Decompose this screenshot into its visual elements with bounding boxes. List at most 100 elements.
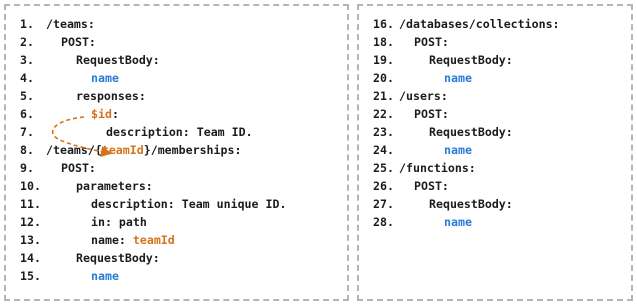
line-text: parameters: — [76, 177, 153, 195]
line-number: 9. — [20, 161, 34, 175]
line-number: 2. — [20, 35, 34, 49]
code-line: 12. in: path — [20, 213, 286, 231]
line-number: 8. — [20, 143, 34, 157]
highlighted-token: $id — [91, 107, 112, 121]
code-token: POST: — [414, 35, 449, 49]
code-token: POST: — [61, 35, 96, 49]
line-number: 28. — [373, 215, 394, 229]
code-line: 9. POST: — [20, 159, 286, 177]
code-line: 10. parameters: — [20, 177, 286, 195]
code-token: POST: — [414, 179, 449, 193]
code-line: 21. /users: — [373, 87, 560, 105]
code-token: POST: — [414, 107, 449, 121]
line-number: 23. — [373, 125, 394, 139]
code-token: RequestBody: — [76, 53, 160, 67]
line-number: 4. — [20, 71, 34, 85]
line-number: 6. — [20, 107, 34, 121]
code-line: 20. name — [373, 69, 560, 87]
code-token: in: path — [91, 215, 147, 229]
line-number: 3. — [20, 53, 34, 67]
line-text: name — [91, 69, 119, 87]
code-line: 23. RequestBody: — [373, 123, 560, 141]
line-number: 27. — [373, 197, 394, 211]
line-number: 24. — [373, 143, 394, 157]
code-line: 25. /functions: — [373, 159, 560, 177]
line-number: 7. — [20, 125, 34, 139]
line-text: /teams: — [46, 15, 95, 33]
code-token: name: — [91, 233, 133, 247]
code-token: RequestBody: — [429, 125, 513, 139]
line-number: 21. — [373, 89, 394, 103]
line-number: 1. — [20, 17, 34, 31]
code-token: responses: — [76, 89, 146, 103]
line-text: name — [91, 267, 119, 285]
line-number: 13. — [20, 233, 41, 247]
highlighted-token: teamId — [132, 233, 175, 247]
right-code-panel: 16. /databases/collections: 18. POST: 19. Req… — [357, 4, 633, 301]
line-text: responses: — [76, 87, 146, 105]
line-text: /databases/collections: — [399, 15, 560, 33]
line-number: 11. — [20, 197, 41, 211]
line-number: 16. — [373, 17, 394, 31]
line-text: RequestBody: — [429, 51, 513, 69]
code-line: 28. name — [373, 213, 560, 231]
code-token: /teams/{ — [46, 143, 102, 157]
line-text: RequestBody: — [429, 195, 513, 213]
code-token: RequestBody: — [429, 53, 513, 67]
code-token: description: Team ID. — [106, 125, 253, 139]
code-line: 5. responses: — [20, 87, 286, 105]
line-text: in: path — [91, 213, 147, 231]
code-line: 15. name — [20, 267, 286, 285]
line-number: 12. — [20, 215, 41, 229]
code-line: 27. RequestBody: — [373, 195, 560, 213]
code-token: /users: — [399, 89, 448, 103]
line-text: RequestBody: — [76, 249, 160, 267]
line-text: POST: — [61, 159, 96, 177]
highlighted-token: name — [444, 71, 472, 85]
line-text: POST: — [414, 177, 449, 195]
code-line: 6. $id: — [20, 105, 286, 123]
left-code-panel: 1. /teams: 2. POST: 3. RequestBody: 4. name 5. re… — [4, 4, 349, 301]
code-line: 1. /teams: — [20, 15, 286, 33]
line-number: 14. — [20, 251, 41, 265]
code-line: 2. POST: — [20, 33, 286, 51]
code-token: description: Team unique ID. — [91, 197, 287, 211]
line-text: RequestBody: — [429, 123, 513, 141]
code-token: RequestBody: — [429, 197, 513, 211]
line-number: 25. — [373, 161, 394, 175]
code-line: 16. /databases/collections: — [373, 15, 560, 33]
code-token: /teams: — [46, 17, 95, 31]
right-code-lines: 16. /databases/collections: 18. POST: 19. Req… — [373, 15, 560, 231]
line-number: 22. — [373, 107, 394, 121]
line-text: name — [444, 69, 472, 87]
code-line: 18. POST: — [373, 33, 560, 51]
left-code-lines: 1. /teams: 2. POST: 3. RequestBody: 4. name 5. re… — [20, 15, 286, 285]
code-line: 4. name — [20, 69, 286, 87]
code-line: 24. name — [373, 141, 560, 159]
highlighted-token: name — [444, 215, 472, 229]
code-line: 8. /teams/{teamId}/memberships: — [20, 141, 286, 159]
line-text: name: teamId — [91, 231, 175, 249]
line-number: 10. — [20, 179, 41, 193]
line-number: 15. — [20, 269, 41, 283]
line-text: POST: — [61, 33, 96, 51]
code-token: /functions: — [399, 161, 476, 175]
line-text: /functions: — [399, 159, 476, 177]
line-text: /teams/{teamId}/memberships: — [46, 141, 241, 159]
code-line: 7. description: Team ID. — [20, 123, 286, 141]
line-text: description: Team unique ID. — [91, 195, 286, 213]
line-number: 19. — [373, 53, 394, 67]
code-line: 3. RequestBody: — [20, 51, 286, 69]
highlighted-token: name — [444, 143, 472, 157]
line-text: POST: — [414, 33, 449, 51]
line-number: 20. — [373, 71, 394, 85]
code-token: POST: — [61, 161, 96, 175]
line-text: name — [444, 141, 472, 159]
line-number: 5. — [20, 89, 34, 103]
code-token: parameters: — [76, 179, 153, 193]
line-text: $id: — [91, 105, 119, 123]
line-text: /users: — [399, 87, 448, 105]
code-line: 14. RequestBody: — [20, 249, 286, 267]
line-number: 26. — [373, 179, 394, 193]
line-text: name — [444, 213, 472, 231]
